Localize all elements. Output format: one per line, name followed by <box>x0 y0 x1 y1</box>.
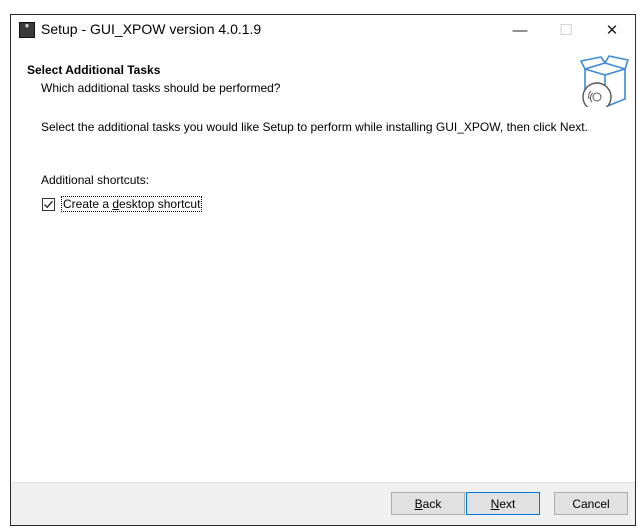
close-icon: ✕ <box>605 22 619 39</box>
checkmark-icon <box>44 200 53 208</box>
task-description: Select the additional tasks you would li… <box>41 120 588 134</box>
page-title: Select Additional Tasks <box>27 63 161 77</box>
shortcuts-group-label: Additional shortcuts: <box>41 173 150 187</box>
desktop-shortcut-label[interactable]: Create a desktop shortcut <box>61 196 203 212</box>
next-button[interactable]: Next <box>466 492 540 515</box>
back-button[interactable]: Back <box>391 492 465 515</box>
wizard-header: Select Additional Tasks Which additional… <box>11 45 635 112</box>
desktop-shortcut-option[interactable]: Create a desktop shortcut <box>42 196 203 212</box>
maximize-button: ☐ <box>543 15 589 45</box>
close-button[interactable]: ✕ <box>589 15 635 45</box>
setup-box-disc-icon <box>580 55 629 112</box>
cancel-button[interactable]: Cancel <box>554 492 628 515</box>
minimize-button[interactable]: — <box>497 15 543 45</box>
desktop-shortcut-checkbox[interactable] <box>42 197 55 211</box>
app-icon: ▦ <box>19 22 35 38</box>
setup-window: ▦ Setup - GUI_XPOW version 4.0.1.9 — ☐ ✕… <box>10 14 636 526</box>
page-subtitle: Which additional tasks should be perform… <box>41 81 281 95</box>
window-title: Setup - GUI_XPOW version 4.0.1.9 <box>41 21 262 37</box>
wizard-content: Select the additional tasks you would li… <box>11 107 635 484</box>
maximize-icon: ☐ <box>559 22 573 39</box>
wizard-footer: Back Next Cancel <box>11 482 635 525</box>
minimize-icon: — <box>512 21 528 39</box>
title-bar[interactable]: ▦ Setup - GUI_XPOW version 4.0.1.9 — ☐ ✕ <box>11 15 635 45</box>
